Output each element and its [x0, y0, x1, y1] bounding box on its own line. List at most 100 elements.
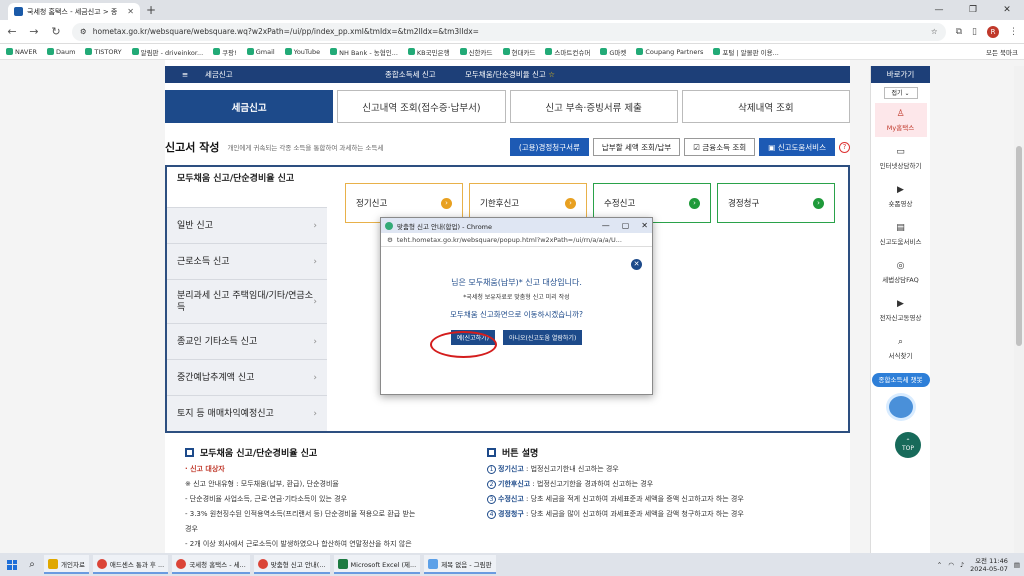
- tax-faq-link[interactable]: ◎ 세법상담FAQ: [875, 255, 927, 289]
- search-icon[interactable]: ⌕: [24, 559, 40, 570]
- menu-icon[interactable]: ⋮: [1009, 27, 1018, 37]
- all-bookmarks[interactable]: 모든 북마크: [986, 47, 1018, 57]
- bookmark-item[interactable]: Daum: [46, 48, 75, 56]
- menu-item-earned-income[interactable]: 근로소득 신고 ›: [167, 243, 327, 279]
- chatbot-mascot-icon[interactable]: [885, 393, 916, 421]
- bookmark-item[interactable]: 스마트컨슈머: [545, 47, 590, 57]
- site-info-icon[interactable]: ⚙: [387, 236, 393, 244]
- maximize-icon[interactable]: ❐: [956, 0, 990, 20]
- bookmark-star-icon[interactable]: ☆: [931, 27, 938, 36]
- menu-item-separate-tax[interactable]: 분리과세 신고 주택임대/기타/연금소득 ›: [167, 279, 327, 323]
- taskbar-app[interactable]: 맞춤형 신고 안내(...: [253, 555, 330, 574]
- tab-report-history[interactable]: 신고내역 조회(접수증·납부서): [337, 90, 506, 123]
- form-search-link[interactable]: ⌕ 서식찾기: [875, 331, 927, 365]
- help-line: 4 경정청구 : 당초 세금을 많이 신고하여 과세표준과 세액을 감액 청구하고…: [487, 509, 847, 519]
- bookmark-favicon-icon: [46, 48, 54, 55]
- shortform-video-link[interactable]: ▶ 숏폼영상: [875, 179, 927, 213]
- menu-head[interactable]: 모두채움 신고/단순경비율 신고: [167, 167, 327, 207]
- reload-icon[interactable]: ↻: [50, 25, 62, 38]
- info-line: 경우: [185, 525, 198, 533]
- tax-payment-button[interactable]: 납부할 세액 조회/납부: [592, 138, 681, 156]
- tray-chevron-icon[interactable]: ⌃: [937, 561, 942, 569]
- menu-item-religious[interactable]: 종교인 기타소득 신고 ›: [167, 323, 327, 359]
- taskbar-app[interactable]: 국세청 홈택스 - 세...: [172, 555, 250, 574]
- tab-submit-documents[interactable]: 신고 부속·증빙서류 제출: [509, 90, 678, 123]
- scrollbar-thumb[interactable]: [1016, 146, 1022, 346]
- tab-tax-report[interactable]: 세금신고: [165, 90, 334, 123]
- bookmark-favicon-icon: [600, 48, 608, 55]
- notification-icon[interactable]: ▤: [1014, 561, 1020, 569]
- windows-start-icon[interactable]: [4, 557, 20, 573]
- tab-deleted-history[interactable]: 삭제내역 조회: [681, 90, 850, 123]
- bookmark-item[interactable]: 포털 | 알몰판 이용...: [713, 47, 779, 57]
- popup-close-button[interactable]: ✕: [631, 259, 642, 270]
- menu-item-land-sale[interactable]: 토지 등 매매차익예정신고 ›: [167, 395, 327, 431]
- wifi-icon[interactable]: ◠: [948, 561, 954, 569]
- play-icon: ▶: [897, 184, 904, 195]
- sidepanel-icon[interactable]: ▯: [972, 27, 977, 37]
- taskbar-app[interactable]: 개인자료: [44, 555, 89, 574]
- employment-claim-button[interactable]: (고용)경정청구서류: [509, 138, 589, 156]
- menu-item-interim[interactable]: 중간예납추계액 신고 ›: [167, 359, 327, 395]
- minimize-icon[interactable]: —: [922, 0, 956, 20]
- fold-button[interactable]: 접기 ⌄: [883, 87, 918, 99]
- popup-maximize-icon[interactable]: ▢: [622, 221, 630, 230]
- scroll-top-button[interactable]: ⌃ TOP: [895, 432, 921, 458]
- paint-icon: [428, 558, 439, 569]
- breadcrumb-1[interactable]: 종합소득세 신고: [385, 69, 465, 80]
- bookmark-item[interactable]: NAVER: [6, 48, 37, 56]
- financial-income-button[interactable]: ☑ 금융소득 조회: [684, 138, 756, 156]
- bookmark-favicon-icon: [284, 48, 292, 55]
- nav-section[interactable]: 세금신고: [205, 69, 385, 80]
- favorite-star-icon[interactable]: ☆: [548, 70, 555, 79]
- back-icon[interactable]: ←: [6, 25, 18, 38]
- arrow-right-icon: ›: [689, 197, 700, 209]
- bookmark-item[interactable]: 현대카드: [502, 47, 535, 57]
- close-tab-icon[interactable]: ✕: [127, 7, 134, 16]
- chrome-icon: [96, 558, 107, 569]
- online-consult-link[interactable]: ▭ 인터넷상담하기: [875, 141, 927, 175]
- chevron-right-icon: ›: [313, 220, 317, 231]
- square-bullet-icon: [487, 448, 496, 457]
- no-view-help-button[interactable]: 아니오(신고도움 열람하기): [502, 330, 583, 345]
- bookmark-item[interactable]: YouTube: [284, 48, 320, 56]
- popup-minimize-icon[interactable]: —: [602, 221, 610, 230]
- breadcrumb-2[interactable]: 모두채움/단순경비율 신고 ☆: [465, 69, 595, 80]
- forward-icon[interactable]: →: [28, 25, 40, 38]
- bookmark-item[interactable]: 알림판 - driveinkor...: [131, 47, 203, 57]
- bookmark-item[interactable]: 쿠팡!: [213, 47, 237, 57]
- clock[interactable]: 오전 11:46 2024-05-07: [970, 557, 1008, 573]
- bookmarks-bar: NAVER Daum TISTORY 알림판 - driveinkor... 쿠…: [0, 44, 1024, 60]
- info-line: · 신고 대상자: [185, 465, 225, 473]
- taskbar-app[interactable]: 애드센스 통과 후 ...: [92, 555, 169, 574]
- extensions-icon[interactable]: ⧉: [956, 27, 962, 37]
- report-help-link[interactable]: ▤ 신고도움서비스: [875, 217, 927, 251]
- omnibox[interactable]: ⚙ hometax.go.kr/websquare/websquare.wq?w…: [72, 22, 946, 41]
- my-hometax-link[interactable]: ♙ My홈택스: [874, 103, 927, 137]
- browser-tab[interactable]: 국세청 홈택스 - 세금신고 > 종 ✕: [8, 3, 140, 20]
- checklist-icon: ☑: [693, 142, 703, 152]
- bookmark-item[interactable]: G마켓: [600, 47, 626, 57]
- bookmark-item[interactable]: KB국민은행: [407, 47, 450, 57]
- taskbar-app[interactable]: 제목 없음 - 그림판: [424, 555, 496, 574]
- volume-icon[interactable]: ♪: [960, 561, 964, 569]
- correction-claim-card[interactable]: 경정청구 ›: [717, 183, 835, 223]
- taskbar-app[interactable]: Microsoft Excel (제...: [333, 555, 421, 574]
- bookmark-item[interactable]: NH Bank - 농협인...: [330, 47, 398, 57]
- chatbot-button[interactable]: 종합소득세 챗봇: [871, 373, 930, 387]
- report-help-button[interactable]: ▣ 신고도움서비스: [759, 138, 835, 156]
- popup-close-icon[interactable]: ✕: [641, 221, 648, 230]
- e-report-video-link[interactable]: ▶ 전자신고동영상: [875, 293, 927, 327]
- close-window-icon[interactable]: ✕: [990, 0, 1024, 20]
- new-tab-icon[interactable]: +: [146, 3, 156, 17]
- bookmark-item[interactable]: TISTORY: [85, 48, 122, 56]
- bookmark-item[interactable]: Gmail: [246, 48, 275, 56]
- menu-item-general[interactable]: 일반 신고 ›: [167, 207, 327, 243]
- menu-icon[interactable]: ≡: [165, 70, 205, 79]
- bookmark-item[interactable]: 신한카드: [459, 47, 493, 57]
- bookmark-item[interactable]: Coupang Partners: [636, 48, 703, 56]
- profile-avatar[interactable]: R: [987, 25, 999, 38]
- site-info-icon[interactable]: ⚙: [80, 27, 87, 36]
- help-icon[interactable]: ?: [839, 141, 850, 153]
- page-scrollbar[interactable]: [1014, 66, 1024, 553]
